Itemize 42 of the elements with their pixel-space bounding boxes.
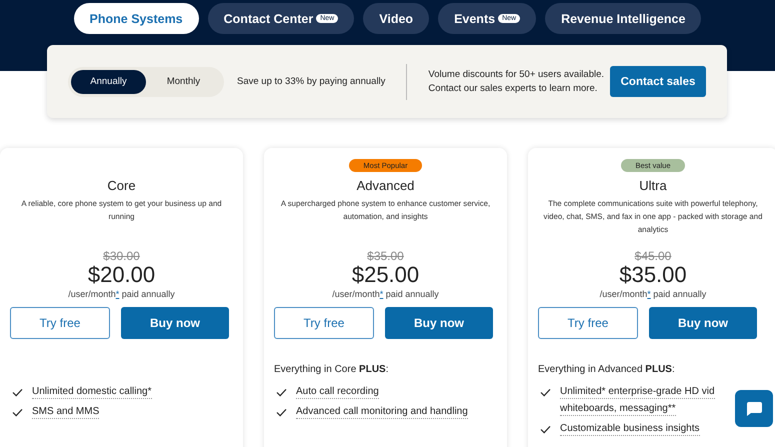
product-tab[interactable]: Phone Systems [74,3,199,34]
check-icon [12,408,23,417]
plan-price: $25.00 [352,263,420,287]
features-heading: Everything in Core PLUS: [274,364,388,375]
billing-option[interactable]: Monthly [146,70,221,94]
feature-text: Advanced call monitoring and handling [296,405,468,419]
price-period: /user/month* paid annually [332,289,439,299]
old-price: $30.00 [103,249,140,263]
feature-text: whiteboards, messaging** [560,402,676,416]
check-icon [276,388,287,397]
volume-discount-text: Volume discounts for 50+ users available. Contact our sales experts to learn more. [428,68,606,96]
product-tab[interactable]: Revenue Intelligence [545,3,702,34]
check-icon [540,425,551,434]
feature-text: SMS and MMS [32,405,100,419]
buy-now-button[interactable]: Buy now [121,307,229,339]
feature-text: Auto call recording [296,385,379,399]
old-price: $35.00 [367,249,404,263]
buy-now-button[interactable]: Buy now [385,307,493,339]
feature-text: Customizable business insights [560,422,700,436]
plan-name: Ultra [639,178,667,193]
features-heading: Everything in Advanced PLUS: [538,364,675,375]
plan-name: Advanced [356,178,414,193]
contact-sales-button[interactable]: Contact sales [610,66,706,97]
price-period: /user/month* paid annually [68,289,175,299]
check-icon [276,408,287,417]
price-period: /user/month* paid annually [600,289,706,299]
old-price: $45.00 [634,249,672,263]
try-free-button[interactable]: Try free [538,307,638,339]
product-tab[interactable]: Video [363,3,430,34]
try-free-button[interactable]: Try free [10,307,110,339]
try-free-button[interactable]: Try free [274,307,374,339]
check-icon [540,388,551,397]
chat-button[interactable] [735,390,773,427]
billing-option[interactable]: Annually [71,70,146,94]
check-icon [12,388,23,397]
savings-note: Save up to 33% by paying annually [237,76,386,87]
plan-price: $20.00 [88,263,156,287]
feature-text: Unlimited domestic calling* [32,385,152,399]
buy-now-button[interactable]: Buy now [649,307,757,339]
plan-price: $35.00 [619,263,687,287]
feature-text: Unlimited* enterprise-grade HD vid [560,385,715,399]
plan-name: Core [107,178,136,193]
